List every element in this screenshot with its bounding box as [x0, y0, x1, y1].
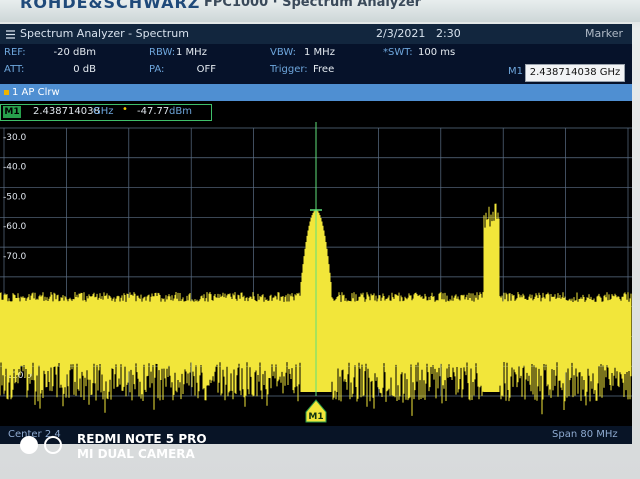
date-display: 2/3/2021 [376, 27, 426, 40]
ref-value[interactable]: -20 dBm [40, 47, 96, 58]
y-axis-label: -50.0 [3, 192, 27, 202]
watermark-line-2: MI DUAL CAMERA [77, 447, 195, 461]
marker-bullet: • [122, 104, 128, 115]
att-value[interactable]: 0 dB [40, 64, 96, 75]
watermark-dot-icon [20, 436, 38, 454]
side-menu-marker[interactable]: Marker [585, 27, 623, 40]
trigger-value[interactable]: Free [313, 64, 353, 75]
trigger-label: Trigger: [270, 64, 308, 75]
y-axis-label: -30.0 [3, 133, 27, 143]
y-axis-label: -60.0 [3, 222, 27, 232]
spectrum-plot[interactable]: -30.0-40.0-50.0-60.0-70.0-110.0 M1 [0, 122, 632, 427]
title-bar: Spectrum Analyzer - Spectrum 2/3/2021 2:… [0, 24, 632, 44]
marker-frequency: 2.438714038 [33, 106, 100, 117]
settings-panel: REF: -20 dBm ATT: 0 dB RBW: 1 MHz PA: OF… [0, 44, 632, 84]
trace-label: 1 AP Clrw [12, 87, 60, 98]
marker-amplitude: -47.77 [137, 106, 170, 117]
window-title: Spectrum Analyzer - Spectrum [20, 27, 189, 40]
trace-bar[interactable]: 1 AP Clrw [0, 84, 632, 101]
marker-amplitude-unit: dBm [169, 106, 192, 117]
span-value[interactable]: Span 80 MHz [552, 429, 618, 440]
device-brand-bar: ROHDE&SCHWARZ FPC1000 · Spectrum Analyze… [0, 0, 640, 22]
vbw-label: VBW: [270, 47, 297, 58]
ref-label: REF: [4, 47, 26, 58]
marker-frequency-field[interactable]: 2.438714038 GHz [525, 64, 625, 82]
watermark-ring-icon [44, 436, 62, 454]
trace-indicator-icon [4, 90, 9, 95]
brand-logo: ROHDE&SCHWARZ [20, 0, 201, 12]
vbw-value[interactable]: 1 MHz [304, 47, 344, 58]
device-model: FPC1000 · Spectrum Analyzer [204, 0, 422, 10]
camera-watermark: REDMI NOTE 5 PRO MI DUAL CAMERA [20, 432, 220, 464]
rbw-label: RBW: [149, 47, 176, 58]
marker-panel-label: M1 [508, 66, 523, 77]
y-axis-label: -40.0 [3, 163, 27, 173]
pa-value[interactable]: OFF [176, 64, 216, 75]
marker-flag-label: M1 [308, 412, 323, 422]
marker-readout[interactable]: M1 2.438714038 GHz • -47.77 dBm [0, 104, 212, 121]
swt-label: *SWT: [383, 47, 413, 58]
menu-icon[interactable] [6, 29, 15, 39]
rbw-value[interactable]: 1 MHz [176, 47, 216, 58]
time-display: 2:30 [436, 27, 461, 40]
watermark-line-1: REDMI NOTE 5 PRO [77, 432, 207, 446]
att-label: ATT: [4, 64, 25, 75]
y-axis-label: -70.0 [3, 252, 27, 262]
marker-frequency-unit: GHz [93, 106, 114, 117]
marker-tag: M1 [3, 106, 21, 118]
analyzer-screen: Spectrum Analyzer - Spectrum 2/3/2021 2:… [0, 24, 632, 444]
swt-value[interactable]: 100 ms [418, 47, 458, 58]
pa-label: PA: [149, 64, 165, 75]
